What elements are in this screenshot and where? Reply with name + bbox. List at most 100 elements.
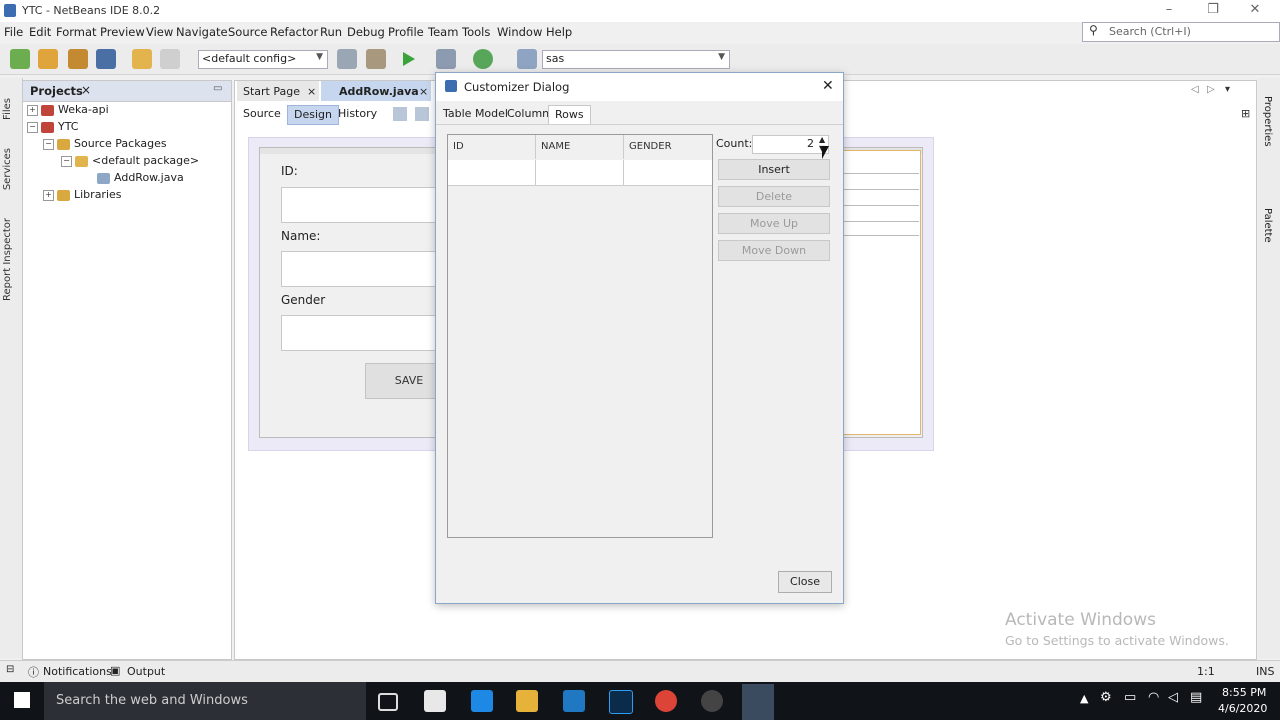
undo-icon[interactable]	[132, 49, 152, 69]
rows-table[interactable]: ID NAME GENDER	[447, 134, 713, 538]
table-cell[interactable]	[536, 160, 624, 186]
table-cell[interactable]	[448, 160, 536, 186]
move-down-button[interactable]: Move Down	[718, 240, 830, 261]
scroll-tabs-left-icon[interactable]: ◁	[1191, 84, 1199, 95]
scroll-tabs-right-icon[interactable]: ▷	[1207, 84, 1215, 95]
photoshop-icon[interactable]	[609, 690, 633, 714]
volume-icon[interactable]: ◁	[1168, 690, 1178, 705]
delete-button[interactable]: Delete	[718, 186, 830, 207]
menu-view[interactable]: View	[146, 25, 173, 39]
side-tab-services[interactable]: Services	[2, 148, 13, 190]
redo-icon[interactable]	[160, 49, 180, 69]
clean-build-icon[interactable]	[366, 49, 386, 69]
restore-button[interactable]: ❐	[1198, 2, 1228, 20]
minimize-panel-icon[interactable]: ▭	[213, 83, 222, 94]
count-spinner[interactable]: 2 ▲ ▼	[752, 135, 829, 154]
close-window-button[interactable]: ✕	[1240, 2, 1270, 20]
close-icon[interactable]: ×	[307, 85, 316, 98]
tree-item-source-packages[interactable]: − Source Packages	[43, 137, 167, 150]
edge-icon[interactable]	[471, 690, 493, 712]
tree-item-weka-api[interactable]: + Weka-api	[27, 103, 109, 116]
menu-source[interactable]: Source	[228, 25, 268, 39]
wifi-icon[interactable]: ◠	[1148, 690, 1159, 705]
message-icon[interactable]: ▤	[1190, 690, 1202, 705]
profile-combo[interactable]: sas ▼	[542, 50, 730, 69]
file-explorer-icon[interactable]	[516, 690, 538, 712]
column-header-name[interactable]: NAME	[536, 135, 624, 159]
menu-window[interactable]: Window	[497, 25, 542, 39]
view-tab-history[interactable]: History	[332, 105, 383, 123]
save-all-icon[interactable]	[96, 49, 116, 69]
collapse-icon[interactable]: −	[27, 121, 38, 133]
menu-team[interactable]: Team	[428, 25, 458, 39]
expand-icon[interactable]: +	[27, 104, 38, 116]
menu-debug[interactable]: Debug	[347, 25, 385, 39]
run-icon[interactable]	[403, 52, 415, 66]
expand-icon[interactable]: +	[43, 189, 54, 201]
menu-file[interactable]: File	[4, 25, 23, 39]
show-opened-documents-icon[interactable]: ▾	[1225, 84, 1230, 95]
battery-icon[interactable]: ▭	[1124, 690, 1136, 705]
minimize-button[interactable]: –	[1154, 2, 1184, 20]
name-text-field[interactable]	[281, 251, 443, 287]
network-tray-icon[interactable]: ⚙	[1100, 690, 1112, 705]
attach-debugger-icon[interactable]	[517, 49, 537, 69]
netbeans-taskbar-icon[interactable]	[742, 684, 774, 720]
menu-profile[interactable]: Profile	[388, 25, 424, 39]
panel-toggle-icon[interactable]: ⊟	[6, 664, 14, 675]
component-inspector-icon[interactable]: ⊞	[1241, 107, 1250, 120]
config-combo[interactable]: <default config> ▼	[198, 50, 328, 69]
menu-help[interactable]: Help	[546, 25, 572, 39]
network-app-icon[interactable]	[563, 690, 585, 712]
tree-item-addrow-java[interactable]: AddRow.java	[97, 171, 184, 184]
menu-format[interactable]: Format	[56, 25, 97, 39]
windows-start-icon[interactable]	[14, 692, 30, 708]
output-button[interactable]: Output	[127, 665, 165, 678]
taskbar-date[interactable]: 4/6/2020	[1218, 702, 1267, 715]
side-tab-files[interactable]: Files	[2, 98, 13, 120]
close-icon[interactable]: ×	[419, 85, 428, 98]
tree-item-default-package[interactable]: − <default package>	[61, 154, 199, 167]
tab-start-page[interactable]: Start Page ×	[237, 81, 319, 101]
dialog-close-button[interactable]: Close	[778, 571, 832, 593]
id-text-field[interactable]	[281, 187, 443, 223]
column-header-gender[interactable]: GENDER	[624, 135, 712, 159]
dialog-close-icon[interactable]: ✕	[822, 78, 834, 94]
tab-table-model[interactable]: Table Model	[443, 105, 508, 123]
selection-mode-icon[interactable]	[393, 107, 407, 121]
menu-preview[interactable]: Preview	[100, 25, 145, 39]
taskbar-search-box[interactable]: Search the web and Windows	[44, 682, 366, 720]
menu-navigate[interactable]: Navigate	[176, 25, 228, 39]
connection-mode-icon[interactable]	[415, 107, 429, 121]
move-up-button[interactable]: Move Up	[718, 213, 830, 234]
side-tab-properties[interactable]: Properties	[1262, 96, 1273, 147]
projects-close-icon[interactable]: ×	[81, 83, 91, 97]
ide-search-input[interactable]: ⚲ Search (Ctrl+I)	[1082, 22, 1280, 42]
tree-item-ytc[interactable]: − YTC	[27, 120, 78, 133]
tree-item-libraries[interactable]: + Libraries	[43, 188, 122, 201]
menu-refactor[interactable]: Refactor	[270, 25, 318, 39]
build-icon[interactable]	[337, 49, 357, 69]
collapse-icon[interactable]: −	[43, 138, 54, 150]
debug-icon[interactable]	[436, 49, 456, 69]
chrome-icon[interactable]	[655, 690, 677, 712]
menu-edit[interactable]: Edit	[29, 25, 51, 39]
column-header-id[interactable]: ID	[448, 135, 536, 159]
new-file-icon[interactable]	[10, 49, 30, 69]
jtable-preview[interactable]	[838, 150, 921, 435]
gender-text-field[interactable]	[281, 315, 443, 351]
side-tab-palette[interactable]: Palette	[1262, 208, 1273, 243]
side-tab-report-inspector[interactable]: Report Inspector	[2, 218, 13, 301]
notifications-button[interactable]: Notifications	[43, 665, 112, 678]
menu-run[interactable]: Run	[320, 25, 342, 39]
app-icon[interactable]	[701, 690, 723, 712]
new-project-icon[interactable]	[38, 49, 58, 69]
tab-addrow-java[interactable]: AddRow.java ×	[321, 81, 431, 101]
menu-tools[interactable]: Tools	[462, 25, 490, 39]
view-tab-source[interactable]: Source	[237, 105, 287, 123]
profile-icon[interactable]	[473, 49, 493, 69]
taskbar-time[interactable]: 8:55 PM	[1222, 686, 1266, 699]
show-hidden-icons-icon[interactable]: ▲	[1080, 692, 1088, 705]
tab-rows[interactable]: Rows	[548, 105, 591, 124]
insert-button[interactable]: Insert	[718, 159, 830, 180]
